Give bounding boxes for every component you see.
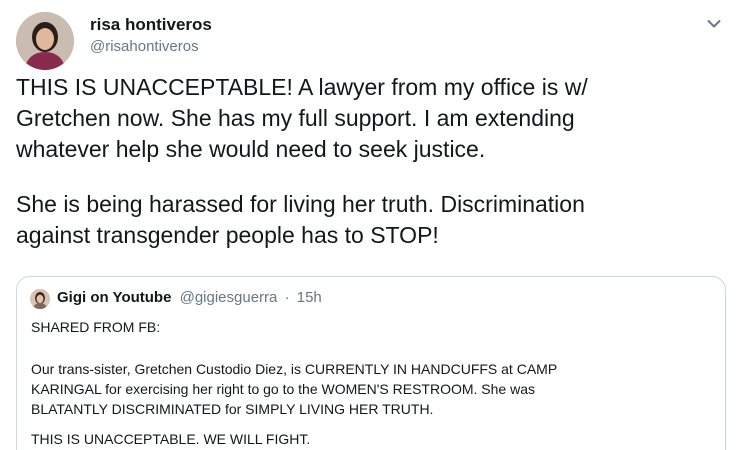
quoted-text-line: THIS IS UNACCEPTABLE. WE WILL FIGHT. bbox=[31, 431, 311, 447]
quoted-text-line: SHARED FROM FB: bbox=[31, 319, 161, 335]
quoted-tweet[interactable]: Gigi on Youtube @gigiesguerra · 15h SHAR… bbox=[16, 276, 726, 450]
quoted-text-line: BLATANTLY DISCRIMINATED for SIMPLY LIVIN… bbox=[31, 401, 434, 417]
tweet-text-line: She is being harassed for living her tru… bbox=[16, 191, 585, 217]
author-name[interactable]: risa hontiveros bbox=[90, 15, 212, 35]
chevron-down-icon[interactable] bbox=[703, 14, 725, 34]
author-avatar-image bbox=[16, 12, 74, 70]
tweet-text-line: against transgender people has to STOP! bbox=[16, 222, 439, 248]
tweet-text-line: Gretchen now. She has my full support. I… bbox=[16, 105, 575, 131]
quoted-text-line: KARINGAL for exercising her right to go … bbox=[31, 381, 535, 397]
tweet: risa hontiveros @risahontiveros THIS IS … bbox=[0, 0, 750, 450]
author-avatar[interactable] bbox=[16, 12, 74, 70]
quoted-author-handle: @gigiesguerra bbox=[179, 289, 278, 306]
quoted-timestamp: 15h bbox=[296, 289, 322, 306]
tweet-text-line: THIS IS UNACCEPTABLE! A lawyer from my o… bbox=[16, 74, 588, 100]
quoted-header: Gigi on Youtube @gigiesguerra · 15h bbox=[57, 289, 322, 306]
separator-dot: · bbox=[284, 289, 290, 306]
quoted-author-avatar bbox=[30, 289, 50, 309]
author-handle[interactable]: @risahontiveros bbox=[90, 38, 199, 55]
tweet-text-line: whatever help she would need to seek jus… bbox=[16, 136, 486, 162]
quoted-text-line: Our trans-sister, Gretchen Custodio Diez… bbox=[31, 361, 558, 377]
quoted-author-name: Gigi on Youtube bbox=[57, 289, 172, 306]
